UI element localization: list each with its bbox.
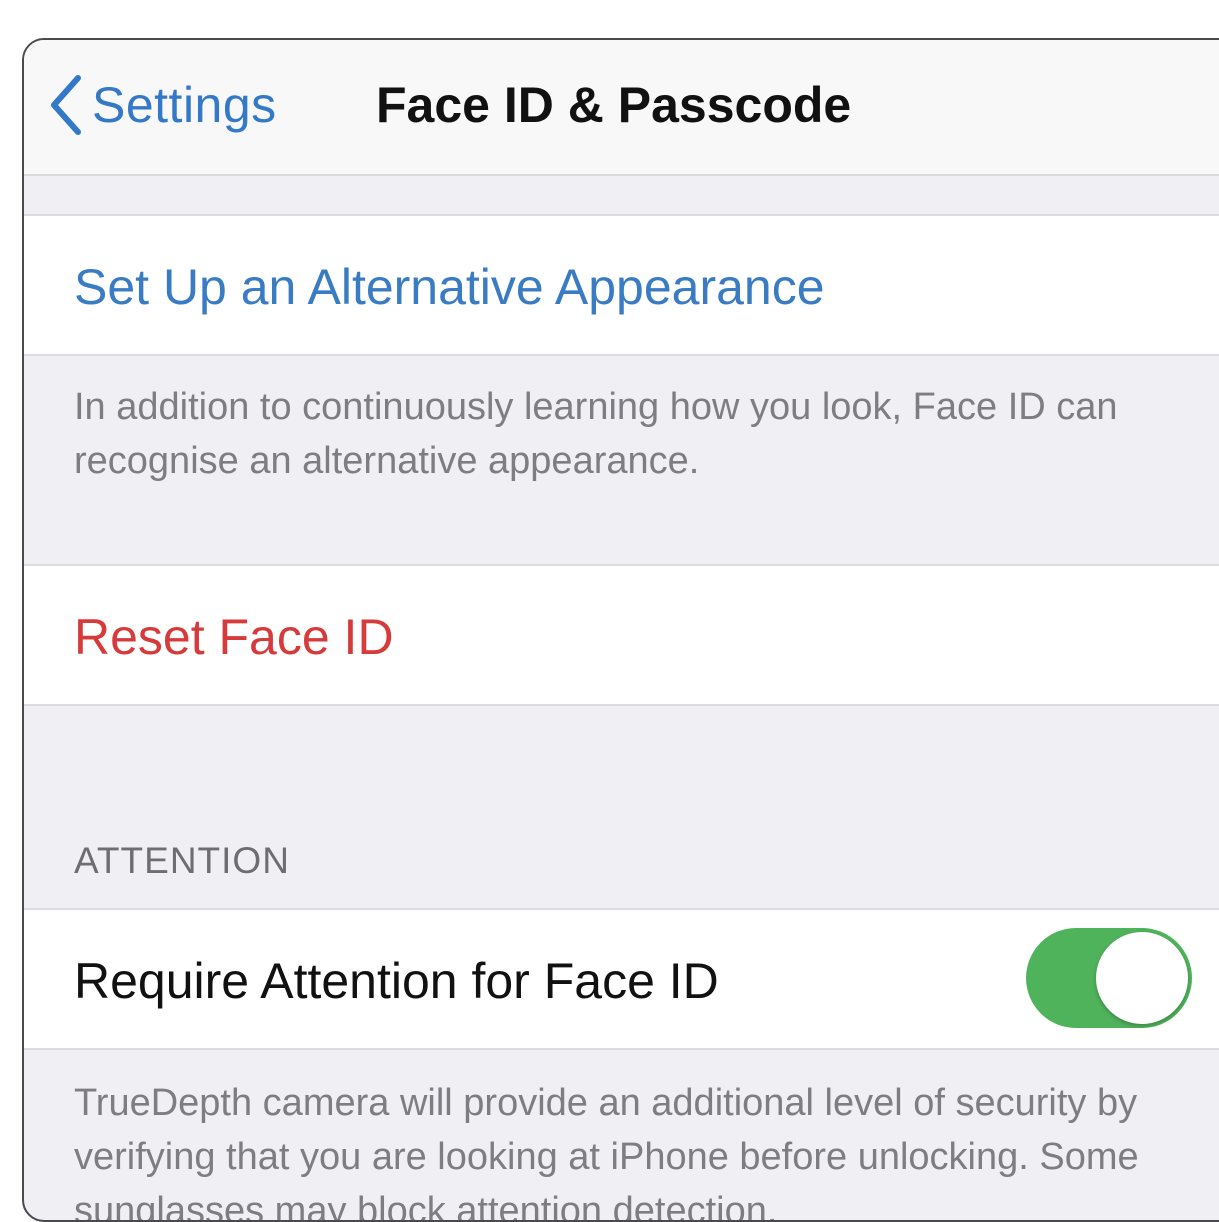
alternative-appearance-cell[interactable]: Set Up an Alternative Appearance: [24, 214, 1219, 356]
toggle-knob: [1096, 932, 1188, 1024]
back-button-label: Settings: [92, 77, 277, 133]
page-title: Face ID & Passcode: [376, 77, 852, 133]
reset-face-id-cell[interactable]: Reset Face ID: [24, 564, 1219, 706]
alternative-appearance-footer: In addition to continuously learning how…: [74, 386, 1118, 482]
back-button[interactable]: Settings: [48, 74, 277, 136]
phone-screen: Settings Face ID & Passcode Set Up an Al…: [22, 38, 1219, 1222]
attention-section-header: ATTENTION: [74, 840, 290, 881]
navigation-bar: Settings Face ID & Passcode: [24, 40, 1219, 176]
chevron-left-icon: [48, 74, 82, 136]
reset-face-id-button[interactable]: Reset Face ID: [74, 608, 394, 666]
require-attention-label: Require Attention for Face ID: [74, 953, 719, 1009]
alternative-appearance-button[interactable]: Set Up an Alternative Appearance: [74, 258, 825, 316]
require-attention-toggle[interactable]: [1026, 928, 1192, 1028]
require-attention-footer: TrueDepth camera will provide an additio…: [74, 1082, 1139, 1222]
require-attention-cell: Require Attention for Face ID: [24, 908, 1219, 1050]
